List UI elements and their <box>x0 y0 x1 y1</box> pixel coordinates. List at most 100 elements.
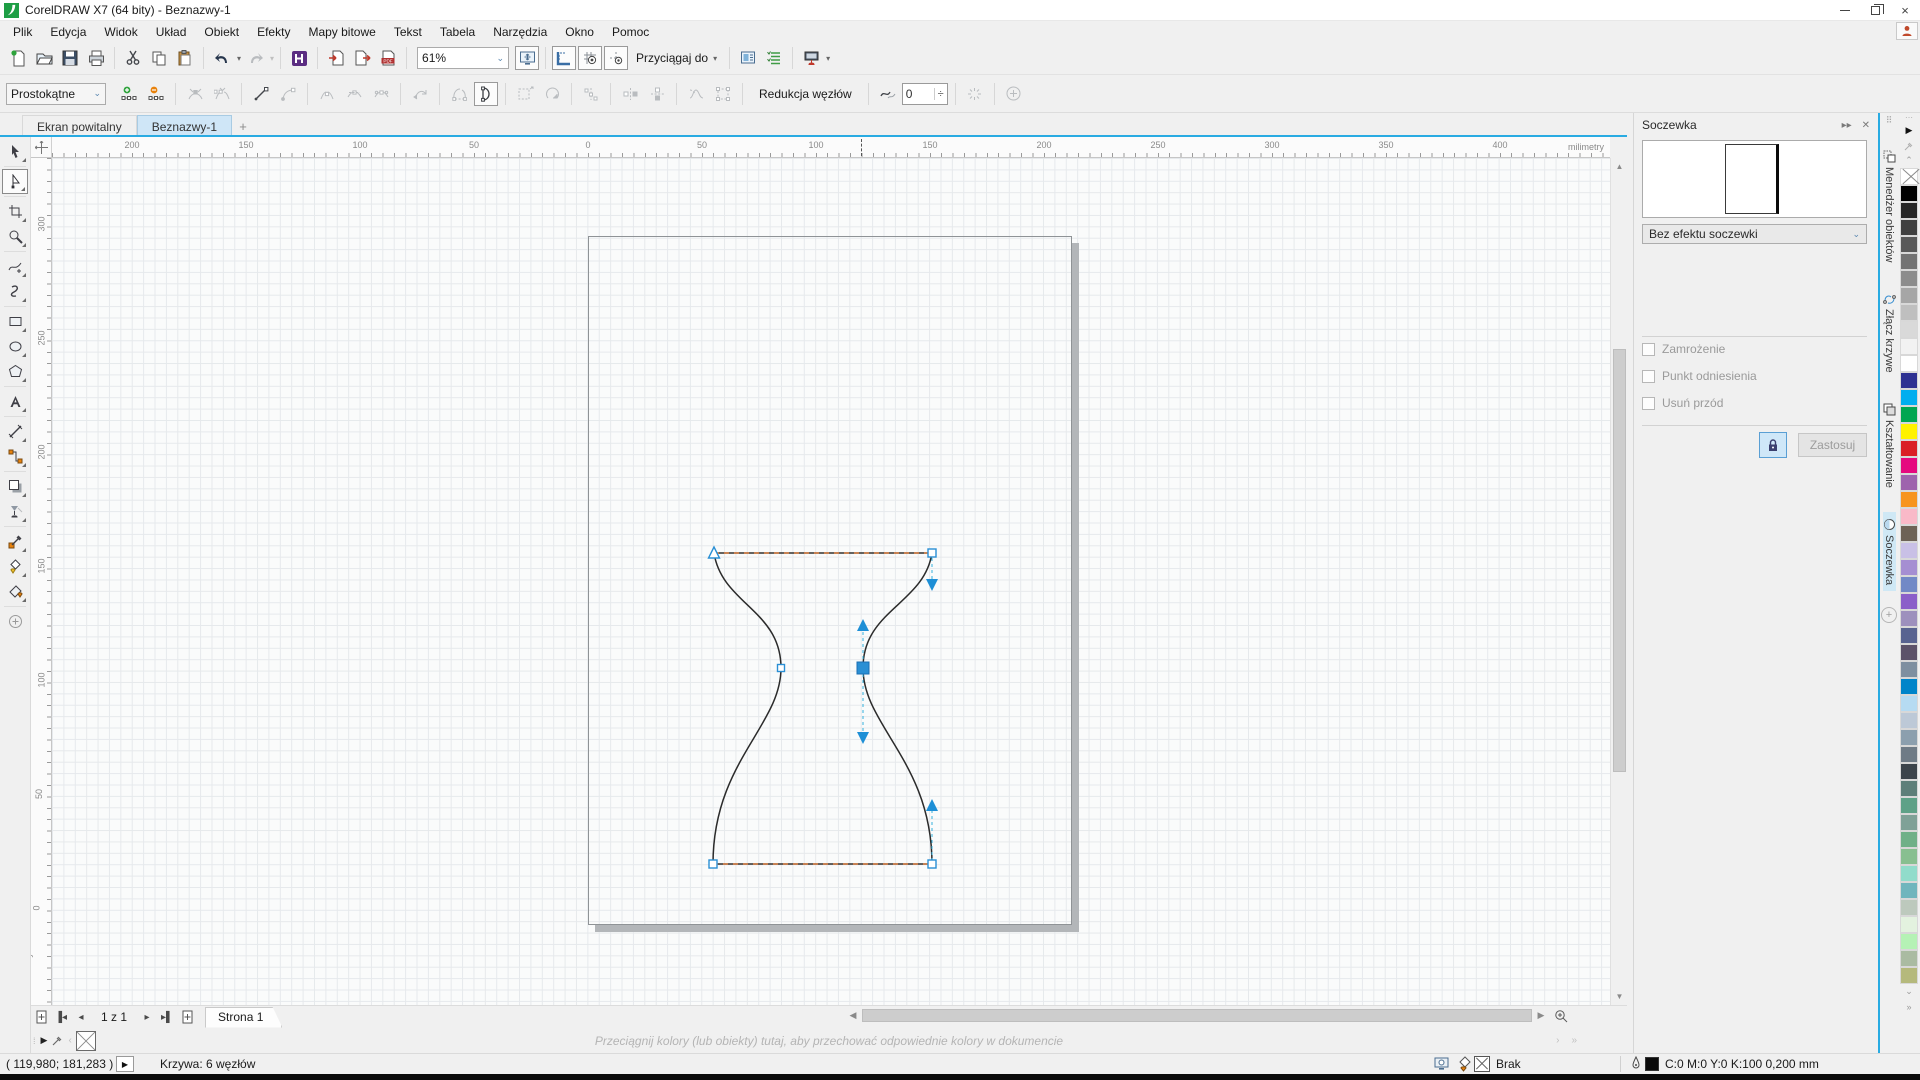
launcher-dropdown-caret[interactable]: ▾ <box>826 54 830 63</box>
color-swatch[interactable] <box>1900 933 1918 950</box>
first-page-button[interactable]: ▐◂ <box>51 1007 71 1027</box>
show-grid-toggle[interactable] <box>578 46 602 70</box>
color-swatch[interactable] <box>1900 321 1918 338</box>
new-document-tab-button[interactable]: + <box>232 115 254 137</box>
shape-mode-combo[interactable]: Prostokątne⌄ <box>6 83 106 105</box>
color-swatch[interactable] <box>1900 372 1918 389</box>
convert-to-line-button[interactable] <box>249 82 273 106</box>
join-nodes-button[interactable] <box>183 82 207 106</box>
drawing-canvas[interactable] <box>52 158 1610 1005</box>
docker-close-icon[interactable]: ✕ <box>1862 120 1870 131</box>
strip-grip[interactable]: ⠿ <box>1886 115 1893 126</box>
paste-button[interactable] <box>173 46 197 70</box>
color-swatch[interactable] <box>1900 406 1918 423</box>
options-button[interactable] <box>736 46 760 70</box>
parallel-dimension-tool[interactable] <box>2 419 28 444</box>
color-swatch[interactable] <box>1900 202 1918 219</box>
color-swatch[interactable] <box>1900 644 1918 661</box>
checkbox-box[interactable] <box>1642 397 1655 410</box>
checkbox-box[interactable] <box>1642 370 1655 383</box>
zoom-tool[interactable] <box>2 224 28 249</box>
curve-left-side[interactable] <box>713 553 781 864</box>
color-swatch[interactable] <box>1900 542 1918 559</box>
palette-scroll-up[interactable]: ⌃ <box>1905 153 1913 168</box>
connector-tool[interactable] <box>2 444 28 469</box>
color-swatch[interactable] <box>1900 950 1918 967</box>
palette-grip[interactable]: ⋯ <box>1905 113 1913 123</box>
menu-item[interactable]: Obiekt <box>195 23 248 41</box>
show-rulers-toggle[interactable] <box>552 46 576 70</box>
checkbox-remove-face[interactable]: Usuń przód <box>1642 396 1723 410</box>
tab-document[interactable]: Beznazwy-1 <box>137 115 232 137</box>
restore-button[interactable] <box>1860 0 1890 20</box>
palette-flyout-arrow[interactable]: ▶ <box>1906 123 1913 138</box>
checkbox-box[interactable] <box>1642 343 1655 356</box>
interactive-fill-tool[interactable] <box>2 579 28 604</box>
redo-button[interactable] <box>243 46 267 70</box>
menu-item[interactable]: Edycja <box>41 23 95 41</box>
more-tools-button[interactable] <box>2 609 28 634</box>
close-curve-button[interactable] <box>474 82 498 106</box>
color-swatch[interactable] <box>1900 355 1918 372</box>
symmetrical-node-button[interactable] <box>369 82 393 106</box>
outline-pen-icon[interactable] <box>1630 1056 1642 1072</box>
color-swatch[interactable] <box>1900 780 1918 797</box>
color-swatch[interactable] <box>1900 270 1918 287</box>
search-content-button[interactable] <box>287 46 311 70</box>
menu-item[interactable]: Tabela <box>431 23 484 41</box>
color-swatch[interactable] <box>1900 627 1918 644</box>
break-curve-button[interactable] <box>210 82 234 106</box>
outline-color-swatch[interactable] <box>1645 1057 1659 1071</box>
docker-tab-lens[interactable]: Soczewka <box>1883 512 1896 591</box>
palette-flyout-arrow[interactable]: ▶ <box>41 1035 48 1046</box>
node-burst-button[interactable] <box>963 82 987 106</box>
color-swatch[interactable] <box>1900 440 1918 457</box>
delete-node-button[interactable] <box>144 82 168 106</box>
color-swatch[interactable] <box>1900 423 1918 440</box>
lens-lock-button[interactable] <box>1759 432 1787 458</box>
color-swatch[interactable] <box>1900 525 1918 542</box>
color-swatch[interactable] <box>1900 814 1918 831</box>
color-swatch[interactable] <box>1900 287 1918 304</box>
horizontal-ruler[interactable]: 20015010050050100150200250300350400 mili… <box>52 137 1610 158</box>
scroll-down-arrow[interactable]: ▼ <box>1611 988 1628 1005</box>
elastic-mode-button[interactable] <box>684 82 708 106</box>
ellipse-tool[interactable] <box>2 334 28 359</box>
docker-tab-object-manager[interactable]: Menedżer obiektów <box>1883 144 1896 268</box>
customization-button[interactable] <box>762 46 786 70</box>
rotate-skew-nodes-button[interactable] <box>540 82 564 106</box>
color-swatch[interactable] <box>1900 797 1918 814</box>
add-page-after-button[interactable] <box>177 1007 197 1027</box>
node[interactable] <box>709 860 717 868</box>
select-all-nodes-button[interactable] <box>711 82 735 106</box>
color-swatch[interactable] <box>1900 678 1918 695</box>
scroll-up-arrow[interactable]: ▲ <box>1611 158 1628 175</box>
import-button[interactable] <box>324 46 348 70</box>
add-docker-button[interactable]: + <box>1881 607 1897 623</box>
docker-collapse-icon[interactable]: ▸▸ <box>1842 120 1852 131</box>
document-color-settings-icon[interactable] <box>1433 1056 1450 1072</box>
vertical-scroll-thumb[interactable] <box>1613 349 1626 772</box>
color-swatch[interactable] <box>1900 899 1918 916</box>
menu-item[interactable]: Pomoc <box>603 23 658 41</box>
color-swatch[interactable] <box>1900 168 1918 185</box>
fill-none-swatch[interactable] <box>1474 1056 1490 1072</box>
print-button[interactable] <box>84 46 108 70</box>
export-button[interactable] <box>350 46 374 70</box>
handle-arrow-up[interactable] <box>857 619 869 631</box>
palette-eyedropper-icon[interactable] <box>51 1034 64 1047</box>
color-swatch[interactable] <box>1900 491 1918 508</box>
pick-tool[interactable] <box>2 139 28 164</box>
curve-object[interactable] <box>52 158 1610 1005</box>
color-swatch[interactable] <box>1900 865 1918 882</box>
shape-tool[interactable] <box>2 169 28 194</box>
docker-tab-shaping[interactable]: Kształtowanie <box>1883 397 1896 494</box>
coordinates-flyout-button[interactable]: ▶ <box>116 1056 134 1072</box>
color-swatch[interactable] <box>1900 695 1918 712</box>
drop-shadow-tool[interactable] <box>2 474 28 499</box>
save-button[interactable] <box>58 46 82 70</box>
color-swatch[interactable] <box>1900 593 1918 610</box>
palette-scroll-right[interactable]: › <box>1556 1035 1559 1046</box>
node[interactable] <box>928 549 936 557</box>
color-swatch[interactable] <box>1900 610 1918 627</box>
